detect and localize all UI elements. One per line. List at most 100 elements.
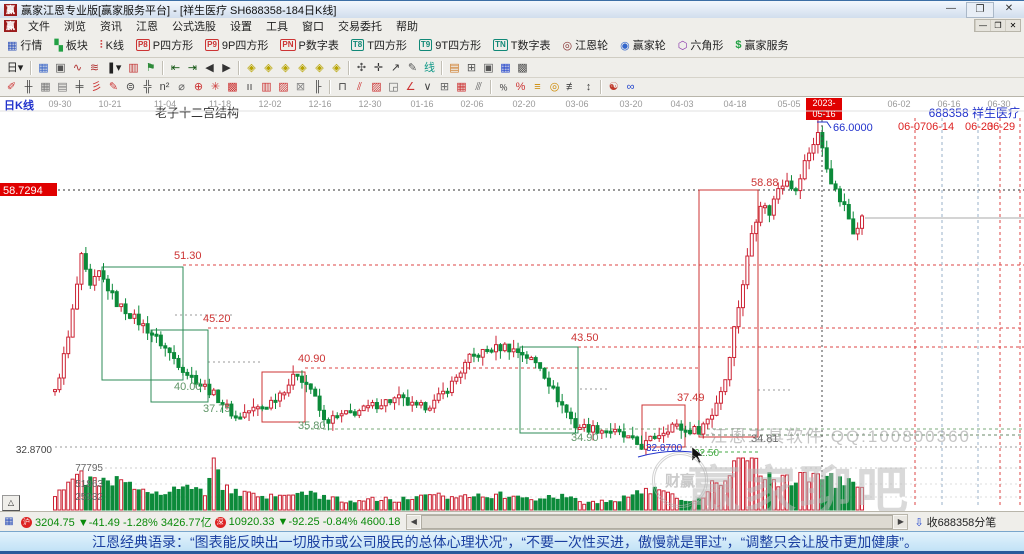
gann-grid-tool[interactable]: ╫: [20, 79, 37, 95]
speed-lines-tool[interactable]: ⫽: [351, 79, 368, 95]
golden-circle-tool[interactable]: ◎: [546, 79, 563, 95]
quotes-button[interactable]: ▦ 行情: [4, 35, 45, 55]
next-icon[interactable]: ▶: [218, 60, 235, 76]
trendline-tool[interactable]: ↗: [387, 60, 404, 76]
tick-data-panel[interactable]: ⇩ 收688358分笔: [914, 514, 996, 530]
save-icon[interactable]: ▦: [497, 60, 514, 76]
menu-资讯[interactable]: 资讯: [93, 18, 129, 34]
angle-tool[interactable]: ∠: [402, 79, 419, 95]
menu-文件[interactable]: 文件: [21, 18, 57, 34]
gann-diamond-4[interactable]: ◈: [294, 60, 311, 76]
volume-pane-expand-button[interactable]: △: [2, 495, 20, 511]
menu-浏览[interactable]: 浏览: [57, 18, 93, 34]
last-page-icon[interactable]: ⇥: [184, 60, 201, 76]
grid-plus-tool[interactable]: ⊞: [436, 79, 453, 95]
fibonacci-tool[interactable]: ≢: [563, 79, 580, 95]
angle-draw-tool[interactable]: ✎: [105, 79, 122, 95]
bracket-tool[interactable]: ⊓: [334, 79, 351, 95]
winner-wheel-button[interactable]: ◉ 赢家轮: [617, 35, 669, 55]
notepad-icon[interactable]: ▣: [480, 60, 497, 76]
shade-box-tool[interactable]: ▨: [368, 79, 385, 95]
first-page-icon[interactable]: ⇤: [167, 60, 184, 76]
menu-公式选股[interactable]: 公式选股: [165, 18, 223, 34]
gann-diamond-2[interactable]: ◈: [260, 60, 277, 76]
percent-tool[interactable]: ﹪: [495, 79, 512, 95]
scroll-right-arrow[interactable]: ▶: [894, 516, 908, 528]
data-export-icon[interactable]: ▩: [514, 60, 531, 76]
mdi-close-button[interactable]: ✕: [1005, 20, 1020, 31]
mdi-restore-button[interactable]: ❐: [990, 20, 1005, 31]
menu-帮助[interactable]: 帮助: [389, 18, 425, 34]
flag-icon[interactable]: ⚑: [142, 60, 159, 76]
gann-square-tool[interactable]: ▦: [37, 79, 54, 95]
t9-square-button[interactable]: T9 9T四方形: [416, 35, 484, 55]
tile-windows-icon[interactable]: ▦: [35, 60, 52, 76]
prev-icon[interactable]: ◀: [201, 60, 218, 76]
updown-range-tool[interactable]: ↕: [580, 79, 597, 95]
infinity-icon[interactable]: ∞: [622, 79, 639, 95]
ruler-tool[interactable]: ╟: [309, 79, 326, 95]
t-square-button[interactable]: T8 T四方形: [348, 35, 410, 55]
period-daily-dropdown[interactable]: 日▾: [3, 60, 27, 76]
wave-count-tool[interactable]: ıı: [241, 79, 258, 95]
draw-pen-tool[interactable]: ✐: [3, 79, 20, 95]
percent-retrace-tool[interactable]: %: [512, 79, 529, 95]
hand-pan-tool[interactable]: ✣: [353, 60, 370, 76]
candle-style-dropdown[interactable]: ❚▾: [103, 60, 125, 76]
kline-button[interactable]: ⫶ K线: [97, 35, 127, 55]
line-manager-tool[interactable]: 线: [421, 60, 438, 76]
menu-江恩[interactable]: 江恩: [129, 18, 165, 34]
close-button[interactable]: ✕: [996, 2, 1022, 16]
annotate-tool[interactable]: ✎: [404, 60, 421, 76]
angle-grid-tool[interactable]: ▨: [275, 79, 292, 95]
hexagon-button[interactable]: ⬡ 六角形: [675, 35, 727, 55]
gann-diamond-6[interactable]: ◈: [328, 60, 345, 76]
p-square-button[interactable]: P8 P四方形: [133, 35, 196, 55]
levels-tool[interactable]: ≡: [529, 79, 546, 95]
gann-diamond-1[interactable]: ◈: [243, 60, 260, 76]
gann-diamond-3[interactable]: ◈: [277, 60, 294, 76]
horizontal-scrollbar[interactable]: ◀ ▶: [406, 514, 909, 530]
crosshair-tool[interactable]: ✛: [370, 60, 387, 76]
gann-fan-tool[interactable]: 彡: [88, 79, 105, 95]
scroll-left-arrow[interactable]: ◀: [407, 516, 421, 528]
gann-square-tool-2[interactable]: ▤: [54, 79, 71, 95]
quad-box-tool[interactable]: ◲: [385, 79, 402, 95]
target-cycle-tool[interactable]: ⊕: [190, 79, 207, 95]
calculator-icon[interactable]: ⊞: [463, 60, 480, 76]
chart-canvas[interactable]: 09-30 10-21 11-04 11-18 12-02 12-16 12-30 01-16…: [0, 97, 1024, 538]
check-line-tool[interactable]: ∨: [419, 79, 436, 95]
square-of-nine-tool[interactable]: n²: [156, 79, 173, 95]
winner-service-button[interactable]: $ 赢家服务: [732, 35, 791, 55]
shenzhen-index-quote[interactable]: 10920.33 ▼-92.25 -0.84% 4600.18: [229, 516, 401, 528]
menu-工具[interactable]: 工具: [259, 18, 295, 34]
menu-窗口[interactable]: 窗口: [295, 18, 331, 34]
red-grid-icon[interactable]: ▥: [125, 60, 142, 76]
gann-diamond-5[interactable]: ◈: [311, 60, 328, 76]
matrix-tool[interactable]: ▩: [224, 79, 241, 95]
star-grid-tool[interactable]: ✳: [207, 79, 224, 95]
scrollbar-thumb[interactable]: [421, 515, 894, 529]
parallel-lines-tool[interactable]: ⫻: [470, 79, 487, 95]
zigzag-icon[interactable]: ∿: [69, 60, 86, 76]
grid-tool[interactable]: ╬: [139, 79, 156, 95]
sectors-button[interactable]: ▚ 板块: [51, 35, 90, 55]
red-grid-tool[interactable]: ▦: [453, 79, 470, 95]
yinyang-icon[interactable]: ☯: [605, 79, 622, 95]
shanghai-index-quote[interactable]: 3204.75 ▼-41.49 -1.28% 3426.77亿: [35, 514, 212, 530]
mdi-minimize-button[interactable]: —: [975, 20, 990, 31]
minimize-button[interactable]: —: [938, 2, 964, 16]
price-grid-tool[interactable]: ╪: [71, 79, 88, 95]
t-number-button[interactable]: TN T数字表: [490, 35, 553, 55]
circle-cycle-tool[interactable]: ⊜: [122, 79, 139, 95]
gann-wheel-button[interactable]: ◎ 江恩轮: [560, 35, 612, 55]
p-number-button[interactable]: PN P数字表: [277, 35, 341, 55]
diameter-tool[interactable]: ⌀: [173, 79, 190, 95]
menu-设置[interactable]: 设置: [223, 18, 259, 34]
time-grid-tool[interactable]: ▥: [258, 79, 275, 95]
menu-交易委托[interactable]: 交易委托: [331, 18, 389, 34]
calendar-icon[interactable]: ▤: [446, 60, 463, 76]
box-grid-tool[interactable]: ⊠: [292, 79, 309, 95]
wave-overlay-icon[interactable]: ≋: [86, 60, 103, 76]
p9-square-button[interactable]: P9 9P四方形: [202, 35, 271, 55]
